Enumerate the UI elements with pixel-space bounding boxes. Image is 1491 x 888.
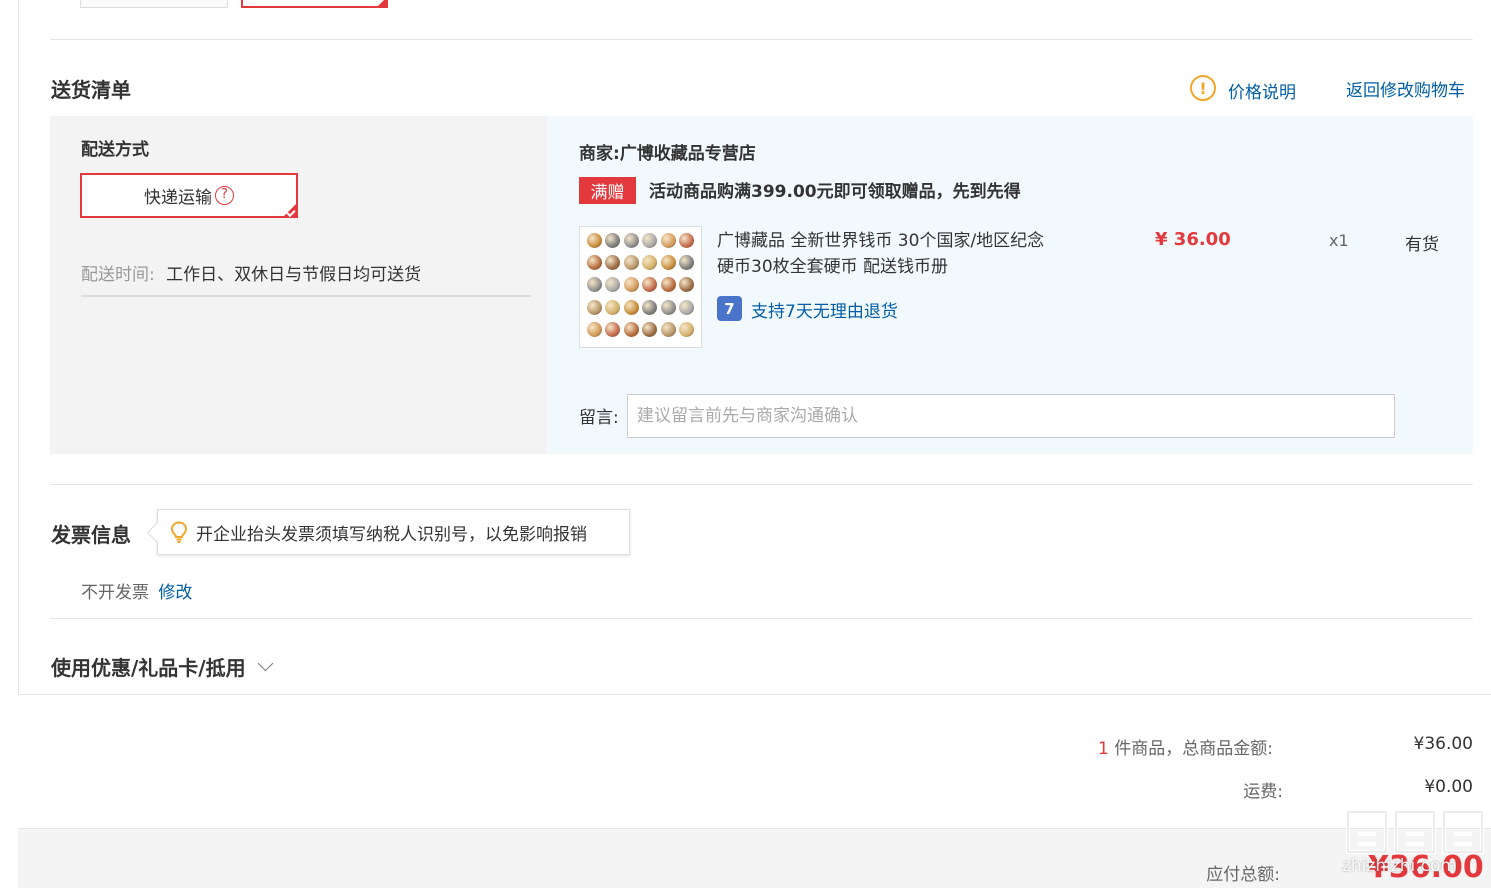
shipping-option-label: 快递运输 — [144, 188, 212, 208]
merchant-name: 广博收藏品专营店 — [619, 144, 756, 164]
product-price: ¥ 36.00 — [1155, 229, 1231, 250]
section-divider — [50, 39, 1473, 40]
product-name-line-1: 广博藏品 全新世界钱币 30个国家/地区纪念 — [717, 231, 1045, 251]
product-stock-status: 有货 — [1405, 235, 1439, 255]
coin-thumbnail — [586, 299, 602, 315]
coupon-section-title: 使用优惠/礼品卡/抵用 — [51, 656, 246, 680]
coin-thumbnail — [642, 277, 658, 293]
chevron-down-icon — [257, 655, 273, 672]
watermark-text: zhizhizhi.com — [1342, 856, 1457, 876]
coin-thumbnail — [586, 321, 602, 337]
message-input[interactable] — [627, 394, 1395, 438]
site-watermark-logo: zhizhizhi.com — [1340, 804, 1491, 888]
section-divider — [50, 484, 1473, 485]
coin-thumbnail — [605, 255, 621, 271]
promo-text: 活动商品购满399.00元即可领取赠品，先到先得 — [649, 182, 1021, 202]
delivery-method-panel — [50, 116, 547, 454]
coin-thumbnail — [642, 233, 658, 248]
coin-thumbnail — [642, 299, 658, 315]
invoice-section-title: 发票信息 — [51, 523, 131, 547]
help-question-icon[interactable]: ? — [215, 186, 234, 205]
coin-thumbnail — [623, 255, 639, 271]
coin-grid — [586, 233, 695, 341]
delivery-method-label: 配送方式 — [81, 140, 149, 160]
coin-thumbnail — [623, 233, 639, 248]
delivery-time-underline — [81, 295, 531, 297]
product-name-line-2: 硬币30枚全套硬币 配送钱币册 — [717, 257, 949, 277]
payable-total-label: 应付总额: — [1206, 865, 1280, 885]
coin-thumbnail — [605, 277, 621, 293]
coin-thumbnail — [679, 277, 695, 293]
product-quantity: x1 — [1329, 231, 1349, 250]
delivery-time-value: 工作日、双休日与节假日均可送货 — [166, 265, 422, 285]
previous-selected-option-button[interactable] — [241, 0, 388, 8]
page-frame-left-border — [18, 0, 19, 694]
seven-day-return-icon: 7 — [717, 296, 742, 321]
invoice-status: 不开发票 — [81, 583, 149, 603]
invoice-tip-text: 开企业抬头发票须填写纳税人识别号，以免影响报销 — [196, 524, 587, 545]
item-total-label: 件商品，总商品金额: — [1114, 739, 1273, 759]
coin-thumbnail — [679, 299, 695, 315]
message-label: 留言: — [579, 408, 619, 428]
coin-thumbnail — [660, 299, 676, 315]
coin-thumbnail — [605, 299, 621, 315]
delivery-time-label: 配送时间: — [81, 265, 155, 285]
return-policy-text: 支持7天无理由退货 — [751, 302, 898, 322]
promo-badge: 满赠 — [579, 177, 636, 204]
coin-thumbnail — [623, 299, 639, 315]
invoice-tip-tooltip: 开企业抬头发票须填写纳税人识别号，以免影响报销 — [157, 509, 630, 555]
delivery-section-title: 送货清单 — [51, 78, 131, 102]
invoice-status-row: 不开发票 修改 — [81, 578, 192, 603]
coin-thumbnail — [586, 233, 602, 248]
previous-option-button[interactable] — [80, 0, 228, 8]
coin-thumbnail — [660, 233, 676, 248]
coin-thumbnail — [605, 321, 621, 337]
coin-thumbnail — [679, 233, 695, 248]
express-shipping-option[interactable]: 快递运输 ? — [80, 173, 298, 218]
coin-thumbnail — [586, 255, 602, 271]
product-image[interactable] — [579, 226, 702, 348]
shipping-fee-label: 运费: — [1243, 782, 1283, 802]
product-name[interactable]: 广博藏品 全新世界钱币 30个国家/地区纪念 硬币30枚全套硬币 配送钱币册 — [717, 228, 1044, 280]
coin-thumbnail — [679, 255, 695, 271]
price-note-link[interactable]: 价格说明 — [1228, 78, 1296, 103]
item-total-label-row: 1 件商品，总商品金额: — [1098, 734, 1273, 759]
item-total-value: ¥36.00 — [1413, 734, 1473, 754]
coin-thumbnail — [623, 321, 639, 337]
coin-thumbnail — [660, 321, 676, 337]
coin-thumbnail — [642, 321, 658, 337]
merchant-label: 商家: — [579, 144, 620, 164]
info-warning-icon: ! — [1190, 75, 1216, 101]
coin-thumbnail — [660, 277, 676, 293]
section-divider — [50, 618, 1473, 619]
merchant-row: 商家:广博收藏品专营店 — [579, 139, 756, 164]
coin-thumbnail — [623, 277, 639, 293]
delivery-time-row: 配送时间: 工作日、双休日与节假日均可送货 — [81, 260, 421, 285]
lightbulb-icon — [170, 521, 188, 543]
coupon-toggle[interactable]: 使用优惠/礼品卡/抵用 — [51, 652, 273, 681]
item-count: 1 — [1098, 739, 1109, 759]
coin-thumbnail — [605, 233, 621, 248]
page-frame-bottom-border — [18, 694, 1491, 695]
coin-thumbnail — [660, 255, 676, 271]
shipping-fee-value: ¥0.00 — [1424, 777, 1473, 797]
coin-thumbnail — [679, 321, 695, 337]
invoice-edit-link[interactable]: 修改 — [158, 583, 192, 603]
back-to-cart-link[interactable]: 返回修改购物车 — [1346, 76, 1465, 101]
coin-thumbnail — [586, 277, 602, 293]
coin-thumbnail — [642, 255, 658, 271]
